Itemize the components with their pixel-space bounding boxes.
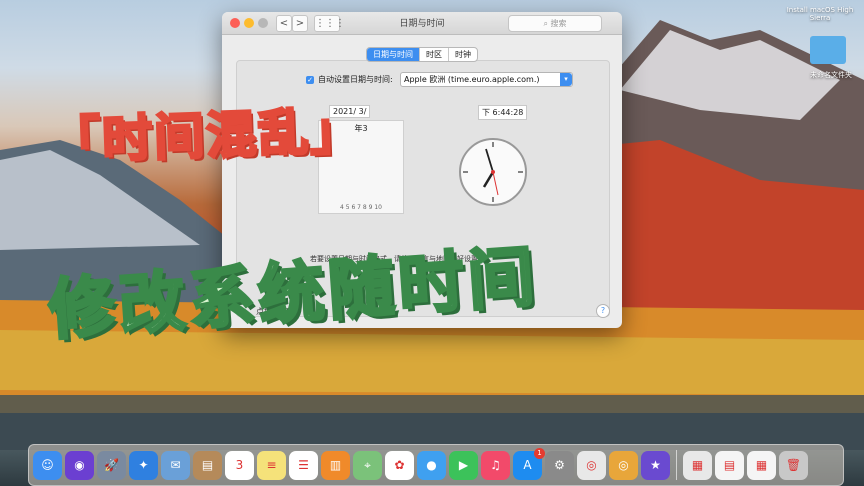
books-icon[interactable]: ▥ — [321, 450, 350, 480]
maps-icon[interactable]: ⌖ — [353, 450, 382, 480]
search-icon: ⌕ — [543, 19, 551, 28]
install-macos-label[interactable]: Install macOS High Sierra — [780, 6, 860, 22]
dock: ☺ ◉ 🚀 ✦ ✉ ▤ 3 ≡ ☰ ▥ ⌖ ✿ ● ▶ ♫ A 1 ⚙ ◎ ◎ ★ ▦ ▤ ▦ 🗑 — [28, 444, 844, 486]
chrome-canary-icon[interactable]: ◎ — [609, 450, 638, 480]
music-icon[interactable]: ♫ — [481, 450, 510, 480]
photos-icon[interactable]: ✿ — [385, 450, 414, 480]
analog-clock-icon — [459, 138, 527, 206]
chrome-icon[interactable]: ◎ — [577, 450, 606, 480]
auto-set-row[interactable]: ✓ 自动设置日期与时间: — [306, 74, 393, 85]
dock-separator — [676, 450, 677, 480]
launchpad-icon[interactable]: 🚀 — [97, 450, 126, 480]
imovie-icon[interactable]: ★ — [641, 450, 670, 480]
calendar-row: 4 5 6 7 8 9 10 — [340, 204, 382, 211]
facetime-icon[interactable]: ▶ — [449, 450, 478, 480]
search-placeholder: 搜索 — [550, 19, 567, 28]
window-titlebar: < > ⋮⋮⋮ 日期与时间 ⌕ 搜索 — [222, 12, 622, 35]
folder-label[interactable]: 未命名文件夹 — [800, 70, 862, 80]
tab-date-time[interactable]: 日期与时间 — [367, 48, 420, 61]
tab-bar: 日期与时间 时区 时钟 — [366, 47, 478, 62]
checkmark-icon[interactable]: ✓ — [306, 75, 314, 84]
desktop-background: Install macOS High Sierra 未命名文件夹 < > ⋮⋮⋮… — [0, 0, 864, 486]
safari-icon[interactable]: ✦ — [129, 450, 158, 480]
chevron-down-icon[interactable]: ▾ — [560, 73, 572, 86]
help-button[interactable]: ? — [596, 304, 610, 318]
trash-icon[interactable]: 🗑 — [779, 450, 808, 480]
reminders-icon[interactable]: ☰ — [289, 450, 318, 480]
spreadsheet-icon[interactable]: ▦ — [747, 450, 776, 480]
folder-icon[interactable] — [810, 36, 846, 64]
auto-set-label: 自动设置日期与时间: — [318, 75, 393, 84]
overlay-title-top: 「时间混乱」 — [48, 100, 365, 172]
siri-icon[interactable]: ◉ — [65, 450, 94, 480]
time-field[interactable]: 下 6:44:28 — [478, 105, 528, 120]
notification-badge: 1 — [534, 447, 545, 459]
app-store-icon[interactable]: A1 — [513, 447, 545, 480]
notes-icon[interactable]: ≡ — [257, 450, 286, 480]
preview-icon[interactable]: ▦ — [683, 450, 712, 480]
time-server-select[interactable]: Apple 欧洲 (time.euro.apple.com.) ▾ — [400, 72, 573, 87]
calendar-icon[interactable]: 3 — [225, 450, 254, 480]
contacts-icon[interactable]: ▤ — [193, 450, 222, 480]
mail-icon[interactable]: ✉ — [161, 450, 190, 480]
document-icon[interactable]: ▤ — [715, 450, 744, 480]
search-input[interactable]: ⌕ 搜索 — [508, 15, 602, 32]
system-preferences-icon[interactable]: ⚙ — [545, 450, 574, 480]
tab-time-zone[interactable]: 时区 — [420, 48, 449, 61]
tab-clock[interactable]: 时钟 — [449, 48, 477, 61]
time-server-value: Apple 欧洲 (time.euro.apple.com.) — [404, 75, 540, 84]
finder-icon[interactable]: ☺ — [33, 450, 62, 480]
messages-icon[interactable]: ● — [417, 450, 446, 480]
